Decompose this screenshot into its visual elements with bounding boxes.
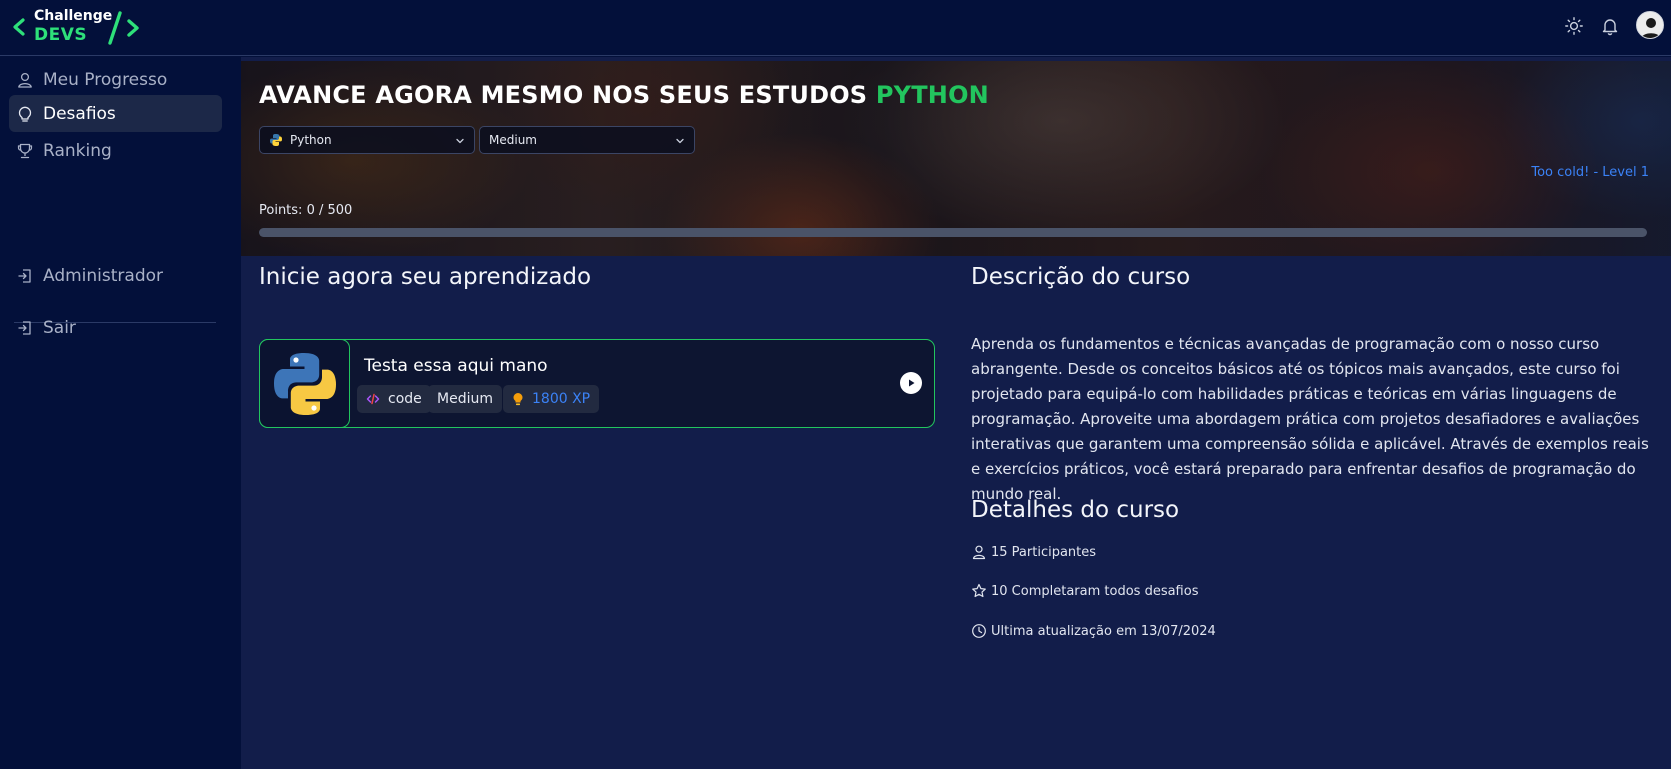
detail-completed: 10 Completaram todos desafios [971,583,1198,599]
star-icon [972,583,986,598]
code-icon [366,393,380,405]
page-title-language: PYTHON [875,81,989,109]
sidebar-item-meu-progresso[interactable]: Meu Progresso [9,61,222,98]
play-icon [909,379,915,387]
challenge-title: Testa essa aqui mano [364,356,548,376]
sidebar-item-label: Ranking [43,140,112,161]
sidebar-item-label: Sair [43,317,76,338]
sidebar-item-label: Administrador [43,265,164,286]
brand-subname: DEVS [34,25,88,45]
chevron-left-icon [13,18,25,36]
chevron-down-icon [456,138,464,144]
detail-completed-text: 10 Completaram todos desafios [991,583,1199,599]
details-title: Detalhes do curso [971,497,1180,523]
user-avatar-icon [1637,12,1663,38]
sidebar-item-sair[interactable]: Sair [9,309,222,346]
challenge-card[interactable]: Testa essa aqui mano code Medium 1800 XP [259,339,935,428]
sidebar-item-label: Desafios [43,103,116,124]
page-title-text: AVANCE AGORA MESMO NOS SEUS ESTUDOS [259,81,868,109]
challenge-xp-tag: 1800 XP [503,385,600,413]
brand-name: Challenge [34,8,113,24]
language-select[interactable]: Python [259,126,475,154]
python-logo-icon [273,352,336,415]
challenge-difficulty-tag: Medium [428,385,502,413]
page-title: AVANCE AGORA MESMO NOS SEUS ESTUDOS PYTH… [259,81,989,109]
language-select-value: Python [290,133,332,147]
detail-updated: Ultima atualização em 13/07/2024 [971,623,1216,639]
sidebar-item-administrador[interactable]: Administrador [9,257,222,294]
detail-participants-text: 15 Participantes [991,544,1097,560]
code-slash-icon [108,11,139,45]
points-progress-bar [259,228,1647,237]
top-bar: Challenge DEVS [0,0,1671,56]
bell-icon[interactable] [1600,16,1620,36]
detail-updated-text: Ultima atualização em 13/07/2024 [991,623,1216,639]
challenge-xp-label: 1800 XP [532,391,591,407]
login-icon [18,268,31,283]
level-status: Too cold! - Level 1 [1531,165,1649,180]
hero-banner: AVANCE AGORA MESMO NOS SEUS ESTUDOS PYTH… [241,61,1671,256]
difficulty-select[interactable]: Medium [479,126,695,154]
sidebar-item-ranking[interactable]: Ranking [9,132,222,169]
user-icon [18,72,32,88]
python-icon [270,134,282,146]
lightbulb-icon [513,393,523,406]
course-description: Aprenda os fundamentos e técnicas avança… [971,335,1649,503]
detail-participants: 15 Participantes [971,544,1096,560]
challenge-thumbnail [259,339,350,428]
challenge-type-label: code [388,391,422,407]
user-icon [972,545,986,560]
sidebar-item-desafios[interactable]: Desafios [9,95,222,132]
avatar[interactable] [1636,11,1664,39]
sidebar-item-label: Meu Progresso [43,69,168,90]
difficulty-select-value: Medium [489,133,537,147]
points-counter: Points: 0 / 500 [259,203,353,218]
challenge-difficulty-label: Medium [437,391,493,407]
trophy-icon [17,143,33,158]
play-button[interactable] [900,372,922,394]
challenge-type-tag: code [357,385,431,413]
description-title: Descrição do curso [971,264,1191,290]
challenges-section-title: Inicie agora seu aprendizado [259,264,592,290]
main-content: AVANCE AGORA MESMO NOS SEUS ESTUDOS PYTH… [241,57,1671,769]
chevron-down-icon [676,138,684,144]
clock-icon [972,624,986,638]
sidebar: Meu Progresso Desafios Ranking Administr… [0,57,241,769]
lightbulb-icon [18,106,32,122]
sun-icon[interactable] [1564,16,1584,36]
logout-icon [18,320,31,335]
logo[interactable]: Challenge DEVS [12,6,142,50]
